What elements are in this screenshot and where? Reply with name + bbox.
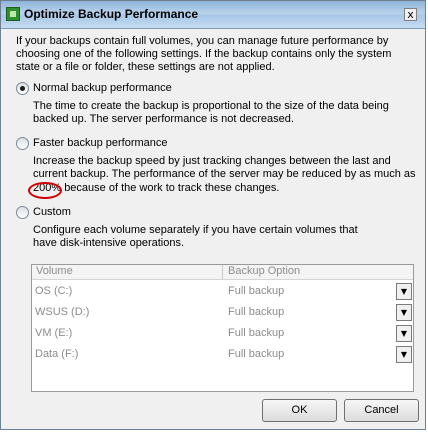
faster-performance-label[interactable]: Faster backup performance xyxy=(33,137,168,150)
highlight-circle-annotation xyxy=(28,182,62,199)
ok-button[interactable]: OK xyxy=(262,399,337,422)
dialog-body: If your backups contain full volumes, yo… xyxy=(1,29,425,429)
dialog-title: Optimize Backup Performance xyxy=(24,7,199,21)
table-row: WSUS (D:) Full backup ▼ xyxy=(32,302,413,323)
faster-performance-radio[interactable] xyxy=(16,137,29,150)
backup-option-column-header[interactable]: Backup Option xyxy=(228,265,300,278)
table-row: OS (C:) Full backup ▼ xyxy=(32,281,413,302)
close-button[interactable]: x xyxy=(404,8,417,21)
custom-performance-label[interactable]: Custom xyxy=(33,206,71,219)
title-bar[interactable]: Optimize Backup Performance x xyxy=(1,1,425,29)
volume-column-header[interactable]: Volume xyxy=(36,265,73,278)
grid-header: Volume Backup Option xyxy=(32,265,413,280)
faster-performance-description-line2: current backup. The performance of the s… xyxy=(33,168,416,180)
normal-performance-description: The time to create the backup is proport… xyxy=(33,100,389,125)
volume-name: OS (C:) xyxy=(35,285,73,297)
dropdown-arrow-icon[interactable]: ▼ xyxy=(396,304,412,321)
faster-performance-description-line1: Increase the backup speed by just tracki… xyxy=(33,155,391,167)
cancel-button[interactable]: Cancel xyxy=(344,399,419,422)
faster-performance-description-line3: 200% because of the work to track these … xyxy=(33,182,280,194)
backup-option-value: Full backup xyxy=(228,348,285,360)
volume-grid: Volume Backup Option OS (C:) Full backup… xyxy=(31,264,414,392)
volume-name: VM (E:) xyxy=(35,327,73,339)
column-separator[interactable] xyxy=(222,265,223,279)
intro-text: If your backups contain full volumes, yo… xyxy=(16,35,392,73)
dropdown-arrow-icon[interactable]: ▼ xyxy=(396,283,412,300)
backup-app-icon xyxy=(6,7,20,21)
dropdown-arrow-icon[interactable]: ▼ xyxy=(396,346,412,363)
normal-performance-label[interactable]: Normal backup performance xyxy=(33,82,172,95)
dropdown-arrow-icon[interactable]: ▼ xyxy=(396,325,412,342)
backup-option-value: Full backup xyxy=(228,285,285,297)
volume-name: Data (F:) xyxy=(35,348,79,360)
backup-option-value: Full backup xyxy=(228,306,285,318)
table-row: Data (F:) Full backup ▼ xyxy=(32,344,413,365)
custom-performance-radio[interactable] xyxy=(16,206,29,219)
custom-performance-description: Configure each volume separately if you … xyxy=(33,224,358,249)
optimize-backup-dialog: Optimize Backup Performance x If your ba… xyxy=(0,0,426,430)
normal-performance-radio[interactable] xyxy=(16,82,29,95)
backup-option-value: Full backup xyxy=(228,327,285,339)
volume-name: WSUS (D:) xyxy=(35,306,90,318)
table-row: VM (E:) Full backup ▼ xyxy=(32,323,413,344)
